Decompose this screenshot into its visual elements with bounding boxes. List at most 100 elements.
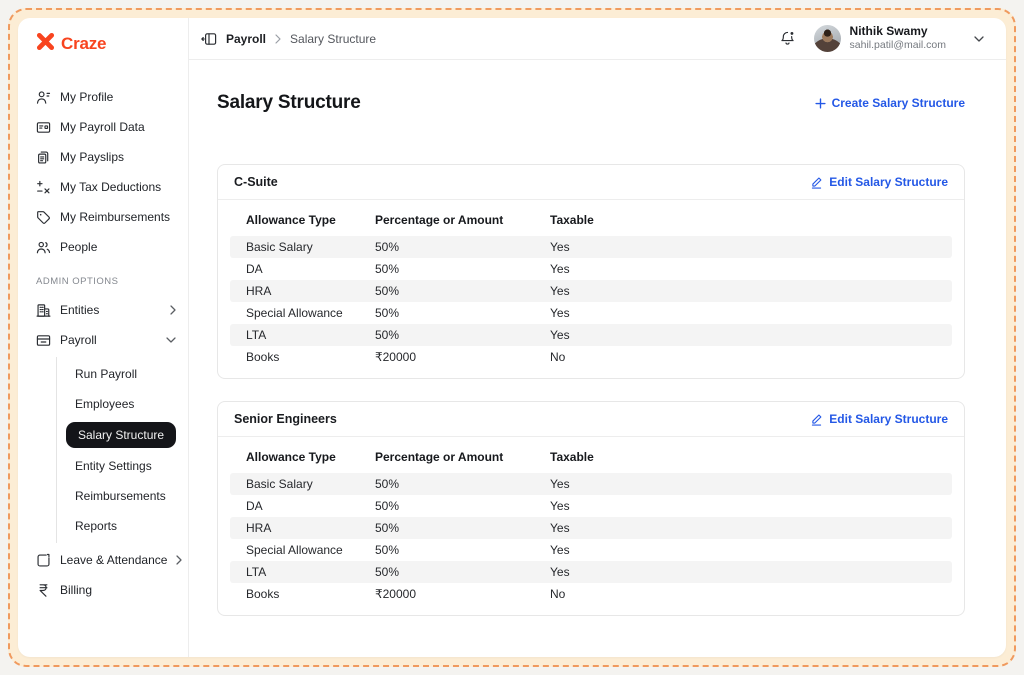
submenu-item-entity-settings[interactable]: Entity Settings [57,451,178,481]
cell-allowance-type: Books [246,350,375,364]
cell-allowance-type: DA [246,499,375,513]
edit-salary-structure-button[interactable]: Edit Salary Structure [810,412,948,426]
cell-percentage-or-amount: 50% [375,240,550,254]
edit-salary-structure-label: Edit Salary Structure [829,175,948,189]
chevron-right-icon [170,305,178,315]
cell-percentage-or-amount: 50% [375,284,550,298]
cell-percentage-or-amount: ₹20000 [375,587,550,601]
tax-calc-icon [36,180,51,195]
sidebar-item-leave-attendance[interactable]: Leave & Attendance [36,545,178,575]
tag-icon [36,210,51,225]
edit-salary-structure-label: Edit Salary Structure [829,412,948,426]
sidebar-item-my-payroll-data[interactable]: My Payroll Data [36,112,178,142]
sidebar-item-my-profile[interactable]: My Profile [36,82,178,112]
cell-allowance-type: Special Allowance [246,306,375,320]
user-email: sahil.patil@mail.com [850,39,946,52]
sidebar-item-label: Leave & Attendance [60,553,167,567]
notification-bell-icon[interactable] [779,30,796,47]
cell-allowance-type: Books [246,587,375,601]
card-title: Senior Engineers [234,412,337,426]
sidebar-collapse-icon[interactable] [201,31,217,47]
user-menu[interactable]: Nithik Swamy sahil.patil@mail.com [814,24,946,52]
sidebar: Craze My Profile My Payroll Data My Pays… [18,18,189,657]
chevron-down-icon[interactable] [974,36,984,42]
payroll-submenu: Run PayrollEmployees Salary Structure Enti… [56,357,178,543]
pencil-icon [810,413,823,426]
cell-percentage-or-amount: 50% [375,543,550,557]
cell-taxable: Yes [550,477,936,491]
sidebar-item-label: My Payroll Data [60,120,145,134]
user-icon [36,90,51,105]
cell-allowance-type: DA [246,262,375,276]
cell-taxable: Yes [550,240,936,254]
craze-logo[interactable]: Craze [36,32,178,56]
sidebar-item-label: My Reimbursements [60,210,170,224]
calendar-icon [36,553,51,568]
table-row: HRA 50% Yes [230,280,952,302]
breadcrumb-salary-structure: Salary Structure [290,32,376,46]
user-area: Nithik Swamy sahil.patil@mail.com [779,24,984,52]
notification-dot [790,32,793,35]
column-header-allowance-type: Allowance Type [246,213,375,227]
salary-structure-card-c-suite: C-Suite Edit Salary Structure Allowance … [217,164,965,379]
table-row: LTA 50% Yes [230,324,952,346]
cell-percentage-or-amount: 50% [375,328,550,342]
cell-percentage-or-amount: 50% [375,262,550,276]
sidebar-item-label: My Profile [60,90,113,104]
admin-options-label: ADMIN OPTIONS [36,276,178,287]
cell-taxable: Yes [550,284,936,298]
table-row: Books ₹20000 No [230,583,952,605]
payslips-icon [36,150,51,165]
sidebar-item-my-tax-deductions[interactable]: My Tax Deductions [36,172,178,202]
cell-percentage-or-amount: 50% [375,521,550,535]
pencil-icon [810,176,823,189]
sidebar-item-entities[interactable]: Entities [36,295,178,325]
cell-allowance-type: HRA [246,521,375,535]
cell-percentage-or-amount: 50% [375,477,550,491]
create-salary-structure-button[interactable]: Create Salary Structure [815,96,965,110]
cell-allowance-type: Special Allowance [246,543,375,557]
table-row: DA 50% Yes [230,495,952,517]
rupee-icon [36,583,51,598]
sidebar-item-label: Payroll [60,333,97,347]
table-row: Basic Salary 50% Yes [230,236,952,258]
craze-logo-text: Craze [61,34,106,54]
sidebar-nav-footer: Leave & Attendance Billing [36,545,178,605]
sidebar-item-billing[interactable]: Billing [36,575,178,605]
app-window: Craze My Profile My Payroll Data My Pays… [18,18,1006,657]
submenu-item-run-payroll[interactable]: Run Payroll [57,359,178,389]
cell-taxable: Yes [550,262,936,276]
submenu-item-employees[interactable]: Employees [57,389,178,419]
table-row: Special Allowance 50% Yes [230,539,952,561]
sidebar-item-my-payslips[interactable]: My Payslips [36,142,178,172]
cards-container: C-Suite Edit Salary Structure Allowance … [217,164,965,616]
cell-taxable: No [550,587,936,601]
breadcrumb-separator-icon [275,34,281,44]
submenu-item-salary-structure[interactable]: Salary Structure [66,422,176,448]
table-header-row: Allowance TypePercentage or AmountTaxabl… [230,441,952,473]
sidebar-item-people[interactable]: People [36,232,178,262]
cell-allowance-type: HRA [246,284,375,298]
sidebar-item-payroll[interactable]: Payroll [36,325,178,355]
table-body: Basic Salary 50% Yes DA 50% Yes HRA 50% … [230,236,952,368]
submenu-item-reimbursements[interactable]: Reimbursements [57,481,178,511]
sidebar-nav-admin: Entities Payroll [36,295,178,355]
allowance-table: Allowance TypePercentage or AmountTaxabl… [218,200,964,378]
table-row: Special Allowance 50% Yes [230,302,952,324]
page-title: Salary Structure [217,92,361,114]
cell-taxable: No [550,350,936,364]
card-header: C-Suite Edit Salary Structure [218,165,964,200]
table-row: DA 50% Yes [230,258,952,280]
allowance-table: Allowance TypePercentage or AmountTaxabl… [218,437,964,615]
cell-allowance-type: LTA [246,328,375,342]
table-row: Basic Salary 50% Yes [230,473,952,495]
submenu-item-reports[interactable]: Reports [57,511,178,541]
column-header-allowance-type: Allowance Type [246,450,375,464]
cell-taxable: Yes [550,328,936,342]
sidebar-item-my-reimbursements[interactable]: My Reimbursements [36,202,178,232]
breadcrumb-payroll[interactable]: Payroll [226,32,266,46]
edit-salary-structure-button[interactable]: Edit Salary Structure [810,175,948,189]
title-row: Salary Structure Create Salary Structure [217,92,965,114]
table-row: HRA 50% Yes [230,517,952,539]
main-area: Payroll Salary Structure Nithik Swamy sa… [189,18,1006,657]
